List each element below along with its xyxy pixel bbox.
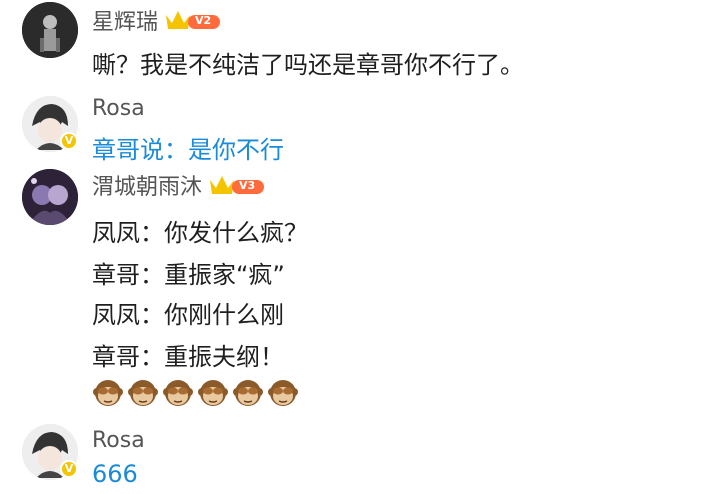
crown-icon (210, 176, 265, 194)
see-no-evil-monkey-icon (163, 380, 193, 406)
see-no-evil-monkey-icon (128, 380, 158, 406)
comment-text-line: 凤凤：你发什么疯？ (92, 219, 308, 247)
avatar[interactable] (22, 169, 78, 225)
emoji-row (92, 377, 299, 409)
vip-level-badge: V2 (164, 7, 222, 33)
comment-text: 章哥说：是你不行 (92, 136, 284, 164)
comment-item: 渭城朝雨沐 V3 凤凤：你发什么疯？ 章哥：重振家“疯” 凤凤：你刚什么刚 章哥… (0, 165, 720, 415)
verified-badge: V (60, 132, 78, 150)
verified-badge: V (60, 460, 78, 478)
comment-text-line: 章哥：重振家“疯” (92, 261, 285, 289)
avatar[interactable] (22, 2, 78, 58)
comment-text: 666 (92, 460, 138, 488)
username[interactable]: Rosa (92, 96, 145, 121)
see-no-evil-monkey-icon (268, 380, 298, 406)
crown-icon (166, 11, 221, 29)
comment-text-line: 章哥：重振夫纲！ (92, 343, 284, 371)
comment-item: V Rosa 666 (0, 420, 720, 494)
comment-text-line: 凤凤：你刚什么刚 (92, 301, 284, 329)
comment-text: 嘶？我是不纯洁了吗还是章哥你不行了。 (92, 51, 524, 79)
vip-level-badge: V3 (208, 172, 266, 198)
see-no-evil-monkey-icon (198, 380, 228, 406)
comment-item: 星辉瑞 V2 嘶？我是不纯洁了吗还是章哥你不行了。 (0, 0, 720, 90)
see-no-evil-monkey-icon (93, 380, 123, 406)
see-no-evil-monkey-icon (233, 380, 263, 406)
username[interactable]: Rosa (92, 428, 145, 453)
username[interactable]: 星辉瑞 V2 (92, 4, 222, 36)
comment-item: V Rosa 章哥说：是你不行 (0, 92, 720, 164)
username[interactable]: 渭城朝雨沐 V3 (92, 169, 266, 201)
